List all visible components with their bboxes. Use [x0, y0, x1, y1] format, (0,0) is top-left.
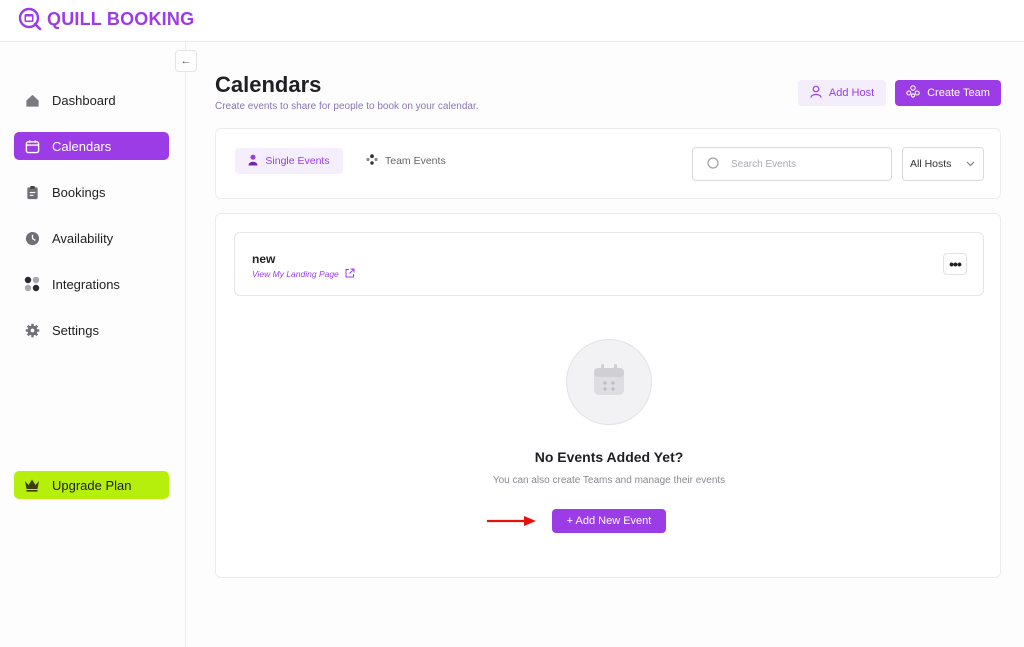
more-options-button[interactable]: •••	[943, 253, 967, 275]
single-user-icon	[248, 154, 258, 169]
page-title: Calendars	[215, 72, 322, 97]
sidebar-item-label: Bookings	[52, 184, 106, 200]
empty-state-title: No Events Added Yet?	[534, 449, 684, 465]
search-icon	[707, 156, 719, 172]
sidebar-item-label: Integrations	[52, 276, 120, 292]
create-team-button[interactable]: Create Team	[895, 80, 1001, 106]
chevron-down-icon	[966, 158, 975, 170]
landing-page-link[interactable]: View My Landing Page	[252, 268, 355, 280]
tab-label: Team Events	[385, 155, 446, 167]
annotation-arrow-icon	[487, 516, 536, 526]
external-link-icon	[345, 268, 355, 280]
sidebar-item-calendars[interactable]: Calendars	[14, 132, 169, 160]
home-icon	[24, 92, 40, 108]
empty-state-subtitle: You can also create Teams and manage the…	[492, 475, 726, 486]
landing-page-link-label: View My Landing Page	[252, 269, 339, 279]
calendar-icon	[24, 138, 40, 154]
top-bar: QUILL BOOKING	[0, 0, 1024, 42]
collapse-sidebar-button[interactable]: ←	[175, 50, 197, 72]
sidebar-item-label: Availability	[52, 230, 114, 246]
sidebar-item-integrations[interactable]: Integrations	[14, 270, 169, 298]
sidebar-item-label: Calendars	[52, 138, 112, 154]
calendar-empty-icon	[592, 363, 626, 402]
sidebar-item-dashboard[interactable]: Dashboard	[14, 86, 169, 114]
add-host-button[interactable]: Add Host	[798, 80, 886, 106]
brand-name: QUILL BOOKING	[47, 8, 195, 29]
sidebar-item-label: Settings	[52, 322, 99, 338]
team-users-icon	[366, 154, 378, 168]
arrow-left-icon: ←	[180, 55, 192, 67]
hosts-select-value: All Hosts	[910, 158, 952, 170]
team-icon	[906, 85, 920, 101]
filter-bar: Single Events Team Events Search Events …	[215, 128, 1001, 199]
add-new-event-button[interactable]: + Add New Event	[552, 509, 666, 533]
upgrade-plan-label: Upgrade Plan	[52, 477, 132, 493]
more-options-icon: •••	[949, 256, 962, 272]
create-team-label: Create Team	[927, 87, 990, 99]
crown-icon	[24, 477, 40, 493]
hosts-select[interactable]: All Hosts	[902, 147, 984, 181]
sidebar-item-settings[interactable]: Settings	[14, 316, 169, 344]
tab-single-events[interactable]: Single Events	[235, 148, 343, 174]
quill-logo-icon	[18, 7, 42, 31]
tab-team-events[interactable]: Team Events	[362, 148, 458, 174]
user-icon	[810, 85, 822, 101]
page-subtitle: Create events to share for people to boo…	[215, 101, 479, 112]
search-placeholder: Search Events	[731, 158, 797, 170]
sidebar-item-bookings[interactable]: Bookings	[14, 178, 169, 206]
clipboard-icon	[24, 184, 40, 200]
brand-logo[interactable]: QUILL BOOKING	[18, 7, 194, 31]
add-host-label: Add Host	[828, 87, 875, 99]
calendar-row: new View My Landing Page •••	[234, 232, 984, 296]
clock-icon	[24, 230, 40, 246]
sidebar-item-label: Dashboard	[52, 92, 116, 108]
gear-icon	[24, 322, 40, 338]
calendar-name: new	[252, 252, 276, 266]
grid-dots-icon	[24, 276, 40, 292]
sidebar-item-availability[interactable]: Availability	[14, 224, 169, 252]
search-input[interactable]: Search Events	[692, 147, 892, 181]
empty-state-illustration	[566, 339, 652, 425]
upgrade-plan-button[interactable]: Upgrade Plan	[14, 471, 169, 499]
tab-label: Single Events	[265, 155, 330, 167]
events-panel: new View My Landing Page ••• No Events A…	[215, 213, 1001, 578]
